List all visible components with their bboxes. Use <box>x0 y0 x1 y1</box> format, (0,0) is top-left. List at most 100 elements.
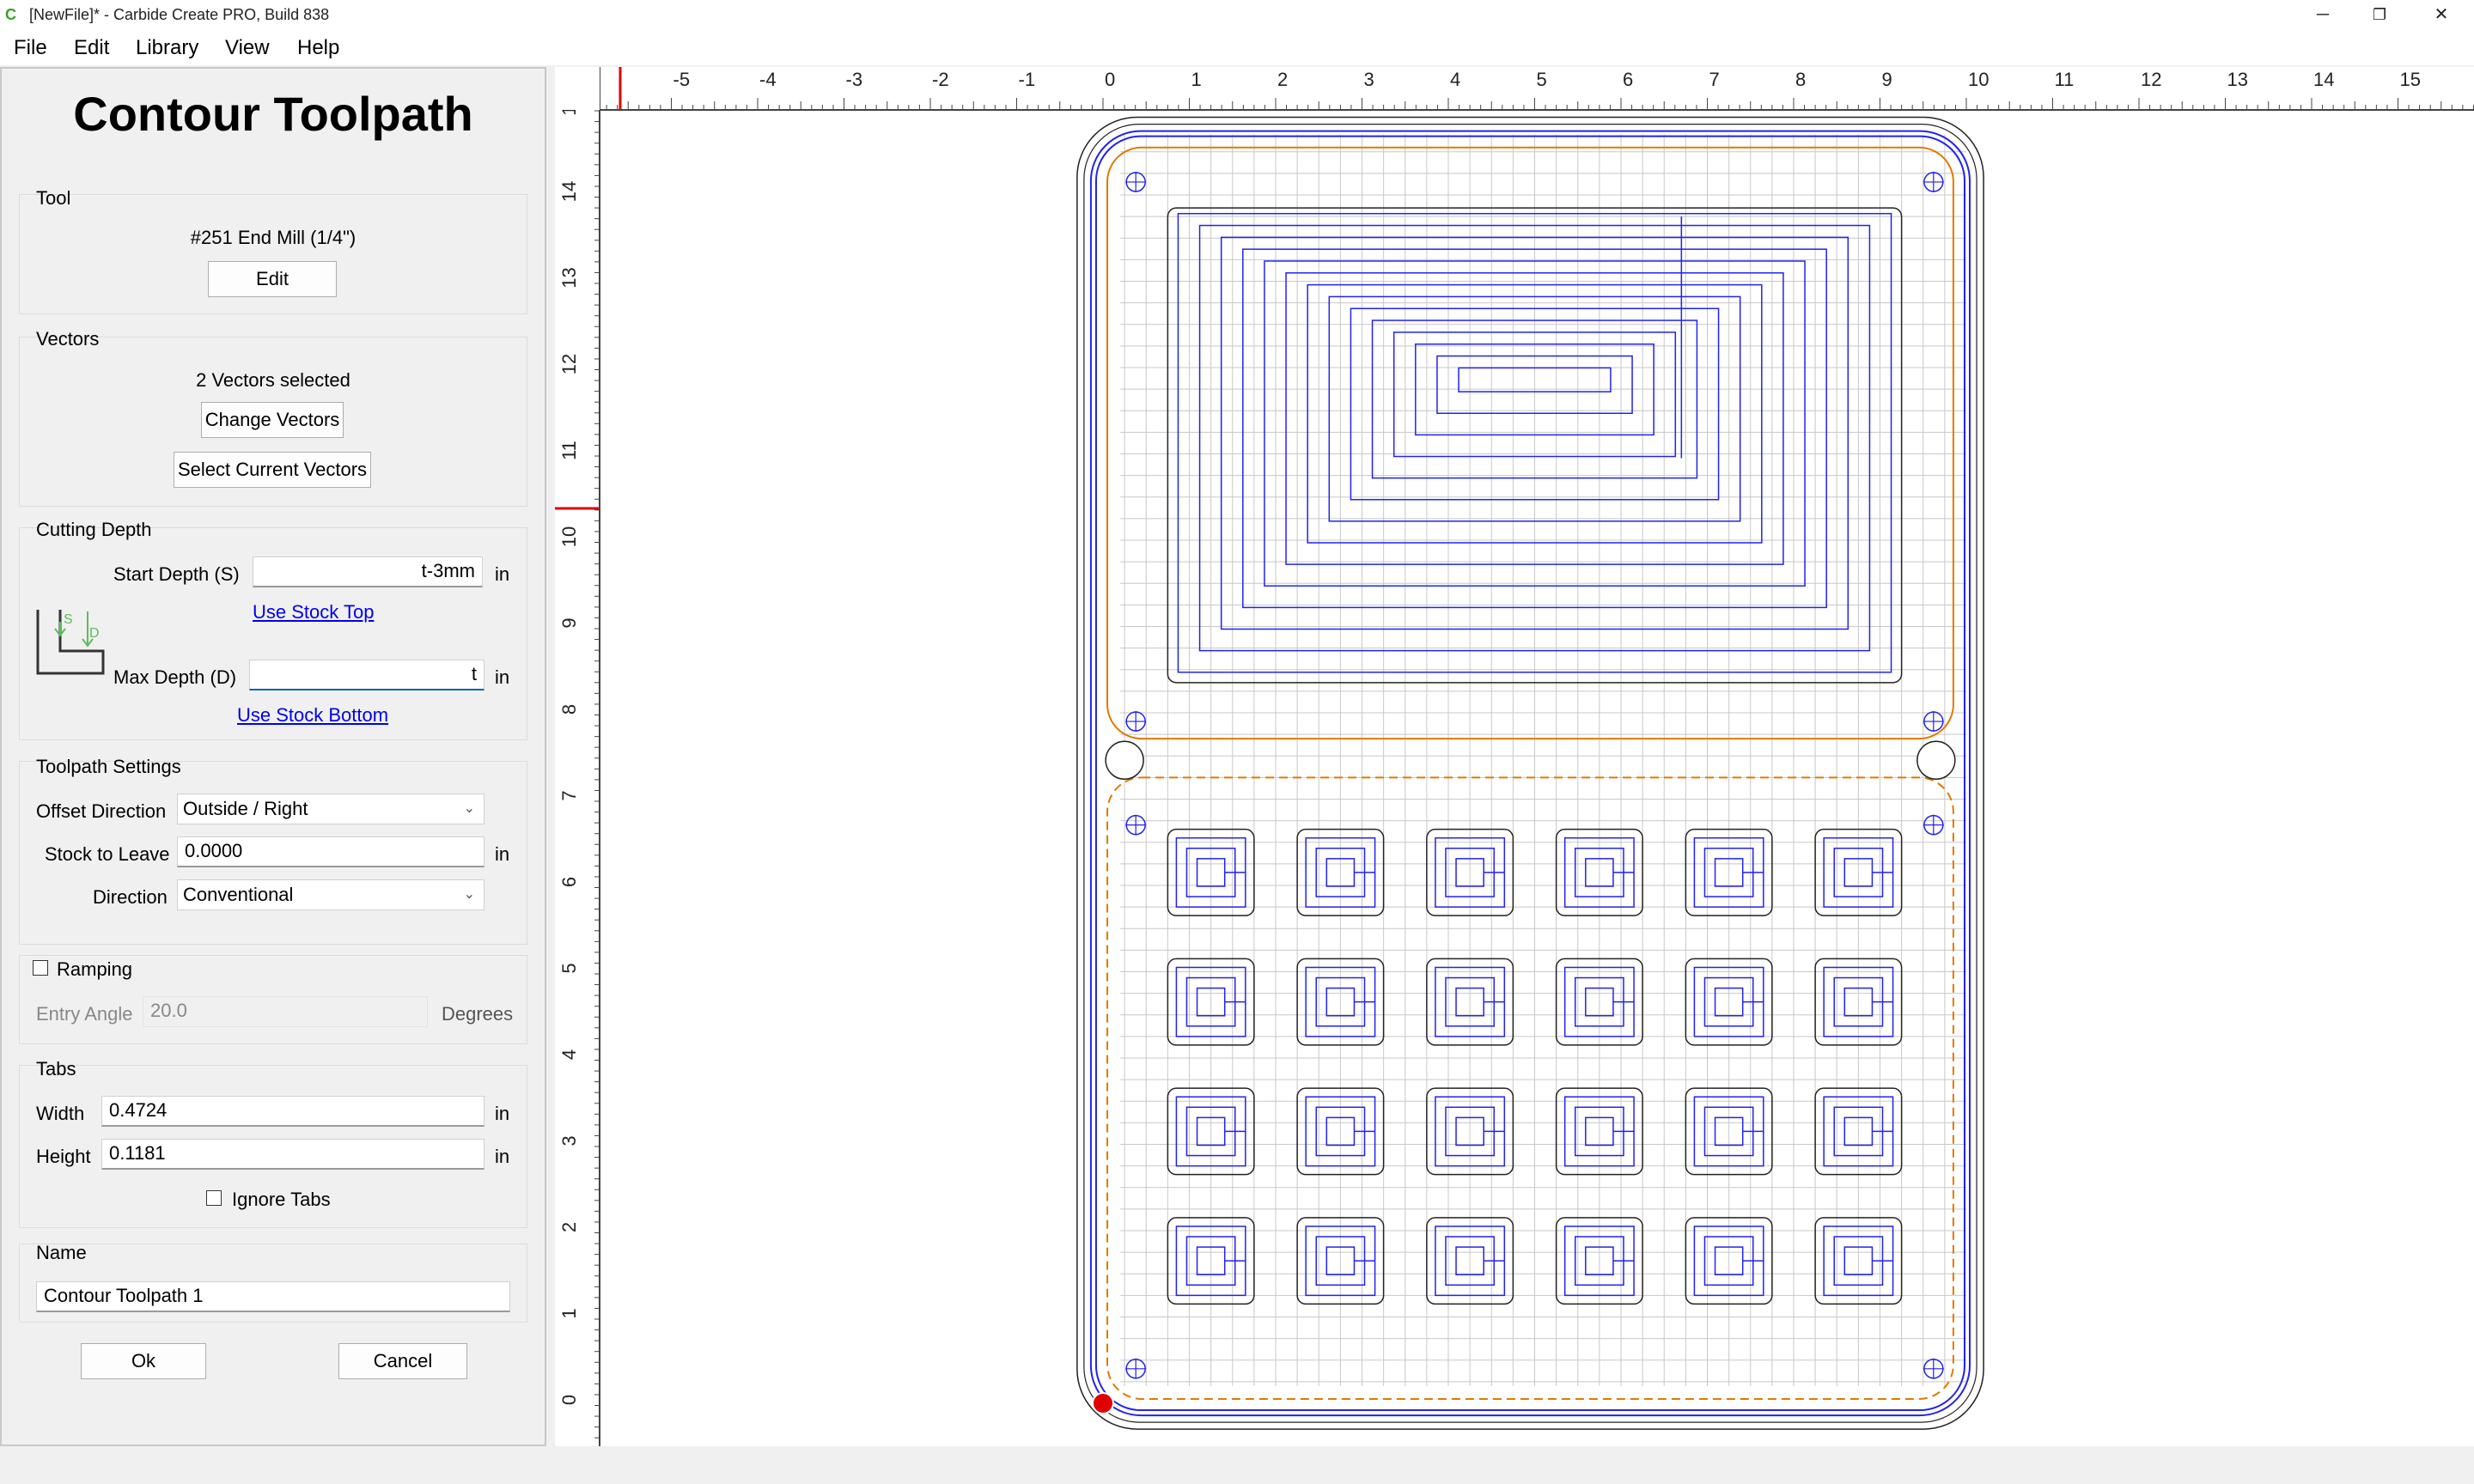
use-stock-top-link[interactable]: Use Stock Top <box>253 601 374 623</box>
vectors-selected-status: 2 Vectors selected <box>196 369 350 391</box>
ruler-x-label: -3 <box>846 69 863 90</box>
ignore-tabs-checkbox[interactable] <box>206 1190 222 1206</box>
offset-direction-value: Outside / Right <box>183 798 308 819</box>
ruler-y-label: 10 <box>558 526 580 547</box>
ruler-y-label: 11 <box>558 441 580 460</box>
tab-height-unit: in <box>495 1146 510 1167</box>
max-depth-label: Max Depth (D) <box>113 666 237 688</box>
ruler-x-label: 13 <box>2227 69 2248 90</box>
ruler-x-label: 3 <box>1364 69 1374 90</box>
cancel-button[interactable]: Cancel <box>338 1343 467 1379</box>
ignore-tabs-label: Ignore Tabs <box>232 1189 331 1210</box>
ruler-x-label: 12 <box>2141 69 2161 90</box>
change-vectors-button[interactable]: Change Vectors <box>201 402 344 438</box>
start-depth-label: Start Depth (S) <box>113 563 240 585</box>
direction-label: Direction <box>93 886 168 908</box>
ruler-x-label: -1 <box>1019 69 1036 90</box>
select-current-vectors-button[interactable]: Select Current Vectors <box>174 452 371 488</box>
chevron-down-icon: ⌄ <box>463 801 475 816</box>
menu-library[interactable]: Library <box>136 36 198 60</box>
design-canvas[interactable]: -5 -4 -3 -2 -1 0 1 2 3 4 5 6 7 8 9 10 11 12 13 14 15 0 1 2 3 4 5 6 7… <box>555 67 2474 1446</box>
ramping-checkbox[interactable] <box>33 960 48 976</box>
start-depth-input[interactable]: t-3mm <box>253 556 483 587</box>
menu-view[interactable]: View <box>225 36 270 60</box>
ruler-x-label: 0 <box>1105 69 1115 90</box>
toolpath-name-input[interactable]: Contour Toolpath 1 <box>36 1281 510 1312</box>
ruler-x-label: 4 <box>1450 69 1460 90</box>
stock-to-leave-label: Stock to Leave <box>45 843 170 865</box>
ruler-y-label: 9 <box>558 617 580 628</box>
use-stock-bottom-link[interactable]: Use Stock Bottom <box>237 704 388 727</box>
toolpath-settings-label: Toolpath Settings <box>36 756 181 777</box>
name-group-label: Name <box>36 1242 87 1263</box>
ruler-corner <box>555 67 600 110</box>
ruler-x-label: -4 <box>759 69 777 90</box>
minimize-button[interactable]: ─ <box>2290 0 2355 31</box>
chevron-down-icon: ⌄ <box>463 887 475 902</box>
max-depth-unit: in <box>495 666 510 688</box>
ruler-x-label: 2 <box>1277 69 1288 90</box>
title-bar: C [NewFile]* - Carbide Create PRO, Build… <box>0 0 2474 31</box>
start-depth-unit: in <box>495 563 510 585</box>
ruler-y-label: 12 <box>558 354 580 374</box>
diagram-d-label: D <box>89 626 100 641</box>
direction-select[interactable]: Conventional ⌄ <box>177 879 484 910</box>
outer-toolpath <box>1089 130 1971 1417</box>
stock-to-leave-input[interactable]: 0.0000 <box>177 836 484 867</box>
ruler-y-label: 8 <box>558 704 580 715</box>
tab-width-unit: in <box>495 1103 510 1124</box>
ruler-x-label: 14 <box>2313 69 2334 90</box>
offset-direction-select[interactable]: Outside / Right ⌄ <box>177 794 484 824</box>
maximize-button[interactable]: ❐ <box>2347 0 2412 31</box>
origin-marker-icon <box>1092 1392 1114 1414</box>
stock-to-leave-unit: in <box>495 843 510 865</box>
tab-width-label: Width <box>36 1103 85 1124</box>
ruler-y-label: 2 <box>558 1222 580 1232</box>
ruler-x-label: -2 <box>932 69 949 90</box>
menu-edit[interactable]: Edit <box>74 36 109 60</box>
horizontal-ruler <box>555 67 2474 110</box>
menu-help[interactable]: Help <box>297 36 339 60</box>
ruler-y-label: 1 <box>558 1308 580 1318</box>
tool-name: #251 End Mill (1/4") <box>190 227 356 248</box>
ruler-x-label: 11 <box>2055 69 2075 90</box>
tab-width-input[interactable]: 0.4724 <box>101 1096 484 1127</box>
carbide-app-icon: C <box>5 6 16 23</box>
panel-title: Contour Toolpath <box>73 87 473 141</box>
neck-notch-left <box>1105 740 1144 781</box>
close-button[interactable]: ✕ <box>2409 0 2474 31</box>
ruler-x-label: 6 <box>1623 69 1633 90</box>
ruler-y-label: 13 <box>558 267 580 288</box>
ruler-y-label: 14 <box>558 181 580 202</box>
ruler-x-label: 7 <box>1709 69 1720 90</box>
cutting-depth-label: Cutting Depth <box>36 519 152 540</box>
ruler-y-label: 4 <box>558 1049 580 1060</box>
canvas-svg[interactable]: -5 -4 -3 -2 -1 0 1 2 3 4 5 6 7 8 9 10 11 12 13 14 1501234567… <box>555 67 2474 1446</box>
ruler-y-label: 3 <box>558 1135 580 1146</box>
direction-value: Conventional <box>183 884 294 905</box>
max-depth-input[interactable]: t <box>249 660 484 690</box>
depth-diagram-icon: S D <box>36 610 105 675</box>
ruler-x-label: 9 <box>1882 69 1892 90</box>
entry-angle-input[interactable]: 20.0 <box>143 996 428 1027</box>
entry-angle-unit: Degrees <box>442 1003 514 1025</box>
window-title: [NewFile]* - Carbide Create PRO, Build 8… <box>29 6 330 23</box>
edit-tool-button[interactable]: Edit <box>208 261 337 297</box>
menu-file[interactable]: File <box>14 36 47 60</box>
diagram-s-label: S <box>64 612 73 627</box>
tab-height-label: Height <box>36 1146 91 1167</box>
ruler-x-label: 15 <box>2400 69 2421 90</box>
offset-direction-label: Offset Direction <box>36 800 167 822</box>
ruler-y-label: 6 <box>558 877 580 887</box>
ruler-x-label: 10 <box>1968 69 1989 90</box>
tabs-group-label: Tabs <box>36 1058 76 1080</box>
ruler-y-label: 7 <box>558 790 580 800</box>
entry-angle-label: Entry Angle <box>36 1003 133 1025</box>
tool-group-label: Tool <box>36 187 71 209</box>
vectors-group-label: Vectors <box>36 328 100 350</box>
outer-toolpath <box>1094 135 1965 1412</box>
ruler-x-label: -5 <box>673 69 691 90</box>
ruler-y-label: 0 <box>558 1395 580 1405</box>
tab-height-input[interactable]: 0.1181 <box>101 1139 484 1170</box>
ok-button[interactable]: Ok <box>81 1343 206 1379</box>
